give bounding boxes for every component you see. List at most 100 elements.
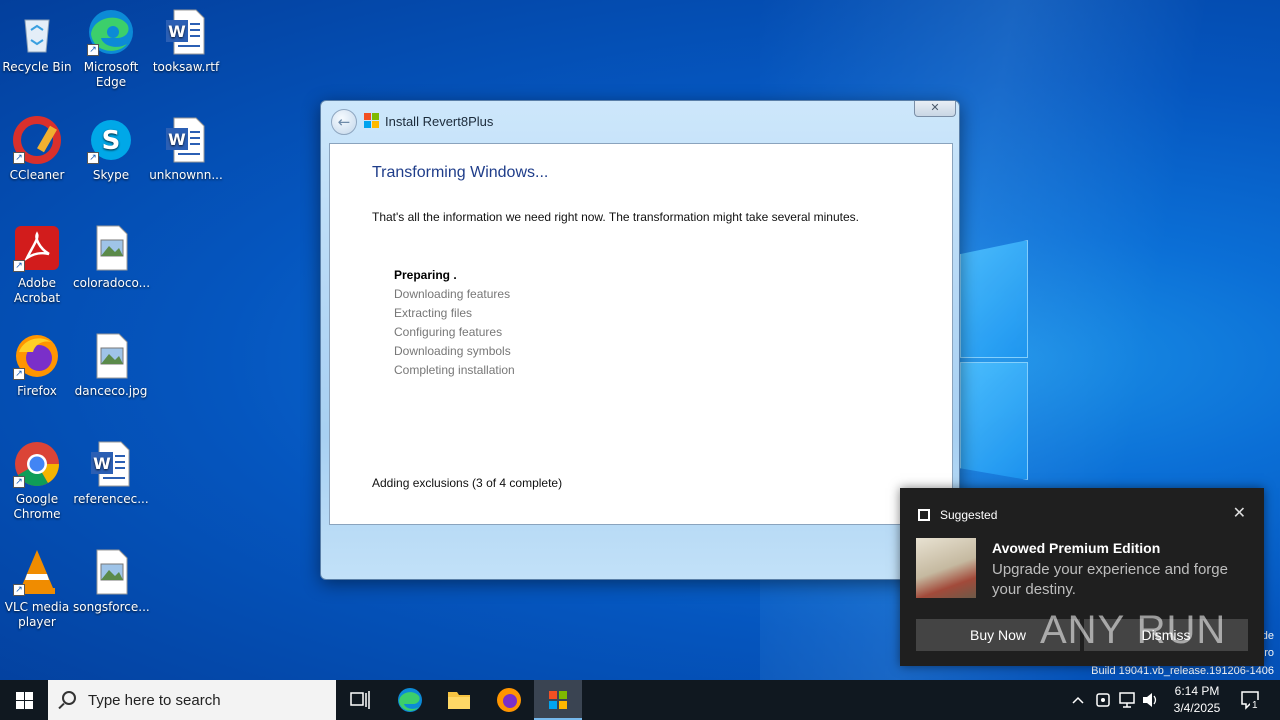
desktop-icon-skype[interactable]: S ↗ Skype — [73, 116, 149, 183]
desktop-icon-ccleaner[interactable]: ↗ CCleaner — [0, 116, 75, 183]
toast-body: Upgrade your experience and forge your d… — [992, 561, 1228, 598]
back-arrow-icon[interactable]: ← — [331, 109, 357, 135]
notification-center-icon[interactable]: 1 — [1236, 680, 1266, 720]
shortcut-arrow-icon: ↗ — [13, 476, 25, 488]
desktop-icon-label: Adobe Acrobat — [13, 276, 61, 305]
shortcut-arrow-icon: ↗ — [87, 44, 99, 56]
desktop-icon-tooksaw[interactable]: W tooksaw.rtf — [148, 8, 224, 75]
build-watermark: Build 19041.vb_release.191206-1406 — [1091, 665, 1274, 677]
svg-text:W: W — [93, 454, 111, 473]
installer-status-text: Adding exclusions (3 of 4 complete) — [372, 476, 563, 490]
search-icon — [62, 691, 76, 705]
desktop-icon-label: coloradoco... — [73, 276, 151, 290]
search-placeholder: Type here to search — [88, 692, 221, 709]
svg-text:W: W — [168, 130, 186, 149]
image-file-icon — [87, 548, 135, 596]
watermark-line: ro — [1264, 647, 1274, 659]
word-document-icon: W — [162, 116, 210, 164]
desktop-icon-recycle-bin[interactable]: Recycle Bin — [0, 8, 75, 75]
window-title: Install Revert8Plus — [385, 114, 494, 129]
shortcut-arrow-icon: ↗ — [87, 152, 99, 164]
file-explorer-icon[interactable] — [435, 680, 483, 720]
desktop-icon-label: Recycle Bin — [2, 60, 72, 74]
desktop-icon-referencec[interactable]: W referencec... — [73, 440, 149, 507]
close-icon[interactable]: ✕ — [1233, 503, 1246, 523]
acrobat-icon: ↗ — [13, 224, 61, 272]
shortcut-arrow-icon: ↗ — [13, 584, 25, 596]
desktop-icon-google-chrome[interactable]: ↗ Google Chrome — [0, 440, 75, 522]
ccleaner-icon: ↗ — [13, 116, 61, 164]
desktop-icon-label: Firefox — [17, 384, 57, 398]
clock-time: 6:14 PM — [1174, 684, 1220, 698]
clock-date: 3/4/2025 — [1173, 701, 1221, 715]
taskbar-clock[interactable]: 6:14 PM 3/4/2025 — [1162, 683, 1232, 717]
skype-icon: S ↗ — [87, 116, 135, 164]
word-document-icon: W — [87, 440, 135, 488]
notification-count-badge: 1 — [1250, 700, 1260, 711]
taskbar-search-box[interactable]: Type here to search — [48, 680, 336, 720]
toast-app-name: Suggested — [940, 508, 998, 522]
desktop-icon-label: Microsoft Edge — [83, 60, 139, 89]
svg-text:S: S — [102, 126, 121, 156]
word-document-icon: W — [162, 8, 210, 56]
device-icon[interactable] — [1093, 680, 1113, 720]
firefox-taskbar-icon[interactable] — [485, 680, 533, 720]
installer-content-panel: Transforming Windows... That's all the i… — [329, 143, 953, 525]
shortcut-arrow-icon: ↗ — [13, 368, 25, 380]
recycle-bin-icon — [13, 8, 61, 56]
show-hidden-icons-chevron-icon[interactable] — [1068, 680, 1088, 720]
dismiss-button[interactable]: Dismiss — [1084, 619, 1248, 651]
installer-heading: Transforming Windows... — [372, 164, 549, 181]
volume-icon[interactable] — [1140, 680, 1160, 720]
shortcut-arrow-icon: ↗ — [13, 260, 25, 272]
desktop-icon-microsoft-edge[interactable]: ↗ Microsoft Edge — [73, 8, 149, 90]
toast-hero-image — [916, 538, 976, 598]
installer-step: Downloading symbols — [394, 344, 511, 358]
installer-taskbar-icon[interactable] — [534, 680, 582, 720]
desktop-icon-coloradoco[interactable]: coloradoco... — [73, 224, 151, 291]
installer-step: Extracting files — [394, 306, 473, 320]
desktop-icon-label: danceco.jpg — [74, 384, 148, 398]
edge-icon: ↗ — [87, 8, 135, 56]
desktop-icon-label: tooksaw.rtf — [152, 60, 220, 74]
desktop-icon-label: CCleaner — [9, 168, 65, 182]
installer-window: ✕ ← Install Revert8Plus Transforming Win… — [320, 100, 960, 580]
desktop-icon-songsforce[interactable]: songsforce... — [73, 548, 150, 615]
installer-step: Completing installation — [394, 363, 515, 377]
desktop-icon-unknownn[interactable]: W unknownn... — [148, 116, 224, 183]
desktop-icon-label: unknownn... — [149, 168, 223, 182]
toast-notification: Suggested ✕ Avowed Premium Edition Upgra… — [900, 488, 1264, 666]
installer-step-list: Preparing . Downloading features Extract… — [394, 266, 515, 380]
desktop-icon-label: songsforce... — [73, 600, 150, 614]
desktop-icon-firefox[interactable]: ↗ Firefox — [0, 332, 75, 399]
edge-taskbar-icon[interactable] — [386, 680, 434, 720]
desktop-icon-adobe-acrobat[interactable]: ↗ Adobe Acrobat — [0, 224, 75, 306]
installer-step: Configuring features — [394, 325, 503, 339]
image-file-icon — [87, 224, 135, 272]
close-button[interactable]: ✕ — [914, 101, 956, 117]
windows-wallpaper-logo — [960, 240, 1030, 480]
shortcut-arrow-icon: ↗ — [13, 152, 25, 164]
network-icon[interactable] — [1117, 680, 1137, 720]
windows-logo-icon — [364, 113, 380, 129]
desktop-icon-label: VLC media player — [4, 600, 70, 629]
toast-headline: Avowed Premium Edition — [992, 540, 1161, 556]
desktop-icon-label: Skype — [92, 168, 130, 182]
windows-start-icon[interactable] — [0, 680, 48, 720]
firefox-icon: ↗ — [13, 332, 61, 380]
chrome-icon: ↗ — [13, 440, 61, 488]
task-view-icon[interactable] — [336, 680, 384, 720]
buy-now-button[interactable]: Buy Now — [916, 619, 1080, 651]
desktop-icon-danceco[interactable]: danceco.jpg — [73, 332, 149, 399]
installer-step-active: Preparing . — [394, 268, 457, 282]
image-file-icon — [87, 332, 135, 380]
desktop-icon-vlc[interactable]: ↗ VLC media player — [0, 548, 75, 630]
desktop-icon-label: referencec... — [73, 492, 149, 506]
installer-info-text: That's all the information we need right… — [372, 210, 859, 224]
desktop-icon-label: Google Chrome — [13, 492, 61, 521]
suggested-app-icon — [918, 509, 930, 521]
installer-step: Downloading features — [394, 287, 511, 301]
vlc-icon: ↗ — [13, 548, 61, 596]
taskbar: Type here to search 6:14 PM 3/4/2025 1 — [0, 680, 1280, 720]
svg-text:W: W — [168, 22, 186, 41]
